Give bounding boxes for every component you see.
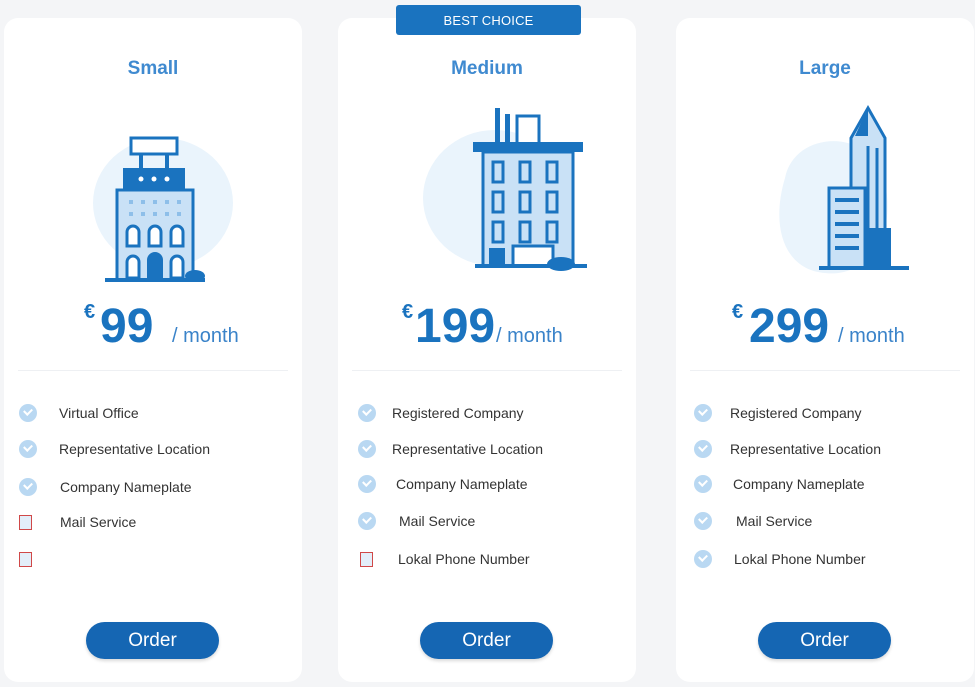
plan-card-small: Small € 99 / month Virtual Office Repres… xyxy=(4,18,302,682)
price-period: / month xyxy=(496,325,563,347)
currency-symbol: € xyxy=(84,301,96,323)
feature-item xyxy=(19,548,60,570)
check-icon xyxy=(694,550,712,568)
currency-symbol: € xyxy=(732,301,744,323)
best-choice-badge: BEST CHOICE xyxy=(396,5,581,35)
price-amount: 99 xyxy=(100,300,154,353)
price: € 299 / month xyxy=(676,293,974,363)
price-amount: 299 xyxy=(749,300,830,353)
check-icon xyxy=(694,475,712,493)
check-icon xyxy=(694,440,712,458)
plan-name: Medium xyxy=(451,58,523,79)
feature-item: Lokal Phone Number xyxy=(694,548,866,570)
check-icon xyxy=(19,478,37,496)
feature-item: Registered Company xyxy=(694,402,862,424)
price-period: / month xyxy=(172,325,239,347)
currency-symbol: € xyxy=(402,301,414,323)
price-period: / month xyxy=(838,325,905,347)
broken-image-icon xyxy=(19,551,32,567)
order-button[interactable]: Order xyxy=(420,622,553,659)
plan-name: Small xyxy=(127,58,179,79)
plan-name: Large xyxy=(799,58,851,79)
feature-item: Representative Location xyxy=(358,438,543,460)
feature-item: Company Nameplate xyxy=(694,473,865,495)
check-icon xyxy=(19,440,37,458)
broken-image-icon xyxy=(19,514,32,530)
feature-item: Company Nameplate xyxy=(19,476,192,498)
feature-item: Lokal Phone Number xyxy=(360,548,530,570)
check-icon xyxy=(358,404,376,422)
divider xyxy=(690,370,960,371)
order-button[interactable]: Order xyxy=(86,622,219,659)
feature-item: Representative Location xyxy=(19,438,210,460)
divider xyxy=(352,370,622,371)
check-icon xyxy=(358,475,376,493)
building-medium-icon xyxy=(338,88,636,298)
building-large-icon xyxy=(676,88,974,298)
feature-item: Mail Service xyxy=(19,511,136,533)
check-icon xyxy=(694,512,712,530)
check-icon xyxy=(358,440,376,458)
divider xyxy=(18,370,288,371)
plan-card-large: Large € 299 / month Registered Company R… xyxy=(676,18,974,682)
check-icon xyxy=(358,512,376,530)
broken-image-icon xyxy=(360,551,373,567)
check-icon xyxy=(694,404,712,422)
feature-item: Representative Location xyxy=(694,438,881,460)
check-icon xyxy=(19,404,37,422)
plan-card-medium: Medium € 199 / month Registered Company … xyxy=(338,18,636,682)
feature-item: Company Nameplate xyxy=(358,473,528,495)
price-amount: 199 xyxy=(415,300,496,353)
feature-item: Virtual Office xyxy=(19,402,139,424)
feature-item: Registered Company xyxy=(358,402,524,424)
price: € 199 / month xyxy=(338,293,636,363)
feature-item: Mail Service xyxy=(694,510,812,532)
price: € 99 / month xyxy=(4,293,302,363)
order-button[interactable]: Order xyxy=(758,622,891,659)
building-small-icon xyxy=(4,88,302,298)
feature-item: Mail Service xyxy=(358,510,475,532)
